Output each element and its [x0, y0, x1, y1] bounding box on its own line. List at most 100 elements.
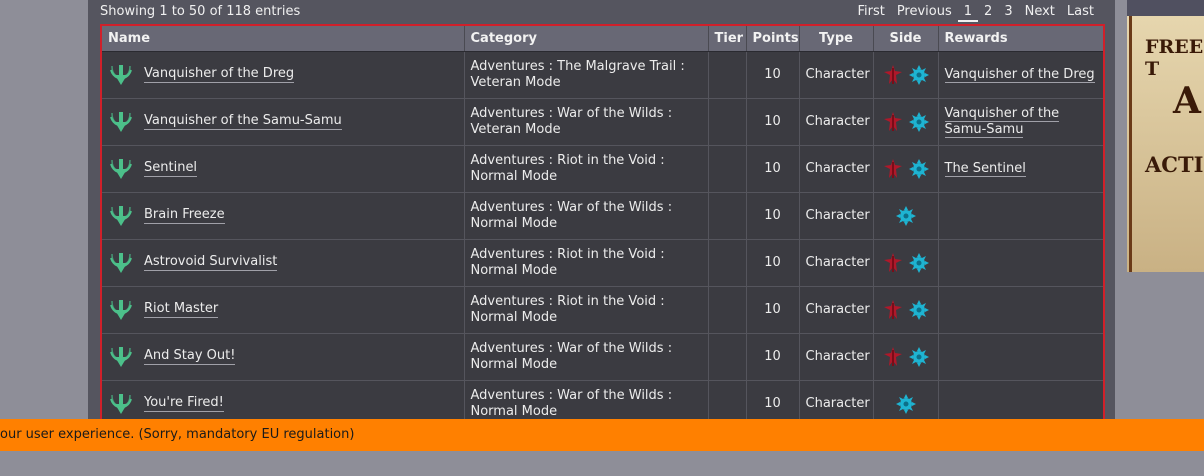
points-cell: 10 — [746, 145, 800, 193]
side-cell — [873, 51, 939, 99]
achievement-icon — [108, 156, 134, 182]
entries-info: Showing 1 to 50 of 118 entries — [100, 4, 301, 19]
republic-icon — [895, 393, 917, 415]
achievement-name-link[interactable]: Vanquisher of the Samu-Samu — [144, 113, 342, 130]
column-header-category[interactable]: Category — [464, 26, 709, 52]
column-header-side[interactable]: Side — [873, 26, 939, 52]
side-cell — [873, 286, 939, 334]
category-cell: Adventures : The Malgrave Trail : Vetera… — [464, 51, 709, 99]
points-cell: 10 — [746, 51, 800, 99]
category-cell: Adventures : Riot in the Void : Normal M… — [464, 286, 709, 334]
republic-icon — [908, 111, 930, 133]
empire-icon — [882, 158, 904, 180]
republic-icon — [908, 299, 930, 321]
table-row: Brain Freeze Adventures : War of the Wild… — [102, 192, 1103, 240]
achievements-table-frame: Name Category Tier Points Type Side Rewa… — [100, 24, 1105, 452]
pager-page-3[interactable]: 3 — [998, 4, 1018, 22]
table-row: Astrovoid Survivalist Adventures : Riot i… — [102, 239, 1103, 287]
points-cell: 10 — [746, 286, 800, 334]
name-cell: Vanquisher of the Samu-Samu — [102, 98, 465, 146]
name-cell: Sentinel — [102, 145, 465, 193]
name-cell: Brain Freeze — [102, 192, 465, 240]
rewards-cell — [938, 192, 1103, 240]
table-row: Vanquisher of the Samu-Samu Adventures : … — [102, 98, 1103, 146]
name-cell: Astrovoid Survivalist — [102, 239, 465, 287]
achievement-icon — [108, 391, 134, 417]
reward-link[interactable]: The Sentinel — [944, 160, 1026, 177]
type-cell: Character — [799, 145, 874, 193]
table-row: Riot Master Adventures : Riot in the Void… — [102, 286, 1103, 334]
pagination: First Previous 1 2 3 Next Last — [851, 4, 1100, 22]
republic-icon — [908, 158, 930, 180]
achievement-icon — [108, 344, 134, 370]
achievement-name-link[interactable]: Vanquisher of the Dreg — [144, 66, 295, 83]
side-cell — [873, 239, 939, 287]
side-cell — [873, 333, 939, 381]
achievement-name-link[interactable]: Riot Master — [144, 301, 219, 318]
rewards-cell — [938, 239, 1103, 287]
table-header-row: Name Category Tier Points Type Side Rewa… — [102, 26, 1103, 52]
name-cell: Vanquisher of the Dreg — [102, 51, 465, 99]
type-cell: Character — [799, 333, 874, 381]
pager-page-1[interactable]: 1 — [957, 4, 979, 22]
category-cell: Adventures : Riot in the Void : Normal M… — [464, 145, 709, 193]
pager-first[interactable]: First — [851, 4, 890, 22]
tier-cell — [708, 333, 747, 381]
category-cell: Adventures : War of the Wilds : Normal M… — [464, 192, 709, 240]
category-cell: Adventures : War of the Wilds : Normal M… — [464, 333, 709, 381]
name-cell: And Stay Out! — [102, 333, 465, 381]
reward-link[interactable]: Vanquisher of the Samu-Samu — [944, 105, 1060, 138]
republic-icon — [908, 346, 930, 368]
pager-next[interactable]: Next — [1019, 4, 1061, 22]
tier-cell — [708, 192, 747, 240]
achievement-name-link[interactable]: Brain Freeze — [144, 207, 225, 224]
ad-text-line-3: ACTIO — [1145, 152, 1204, 177]
empire-icon — [882, 299, 904, 321]
type-cell: Character — [799, 51, 874, 99]
points-cell: 10 — [746, 98, 800, 146]
table-top-bar: Showing 1 to 50 of 118 entries First Pre… — [100, 0, 1104, 24]
points-cell: 10 — [746, 239, 800, 287]
achievement-name-link[interactable]: Astrovoid Survivalist — [144, 254, 278, 271]
points-cell: 10 — [746, 192, 800, 240]
cookie-consent-text: our user experience. (Sorry, mandatory E… — [0, 427, 355, 442]
rewards-cell — [938, 286, 1103, 334]
pager-previous[interactable]: Previous — [891, 4, 958, 22]
republic-icon — [908, 64, 930, 86]
type-cell: Character — [799, 98, 874, 146]
achievement-icon — [108, 109, 134, 135]
column-header-name[interactable]: Name — [102, 26, 465, 52]
achievement-icon — [108, 203, 134, 229]
ad-text-line-2: A — [1173, 80, 1201, 122]
empire-icon — [882, 346, 904, 368]
advertisement-banner[interactable]: FREE T A ACTIO — [1127, 0, 1204, 272]
type-cell: Character — [799, 239, 874, 287]
type-cell: Character — [799, 286, 874, 334]
tier-cell — [708, 98, 747, 146]
type-cell: Character — [799, 192, 874, 240]
rewards-cell: Vanquisher of the Samu-Samu — [938, 98, 1103, 146]
pager-last[interactable]: Last — [1061, 4, 1100, 22]
achievement-icon — [108, 250, 134, 276]
empire-icon — [882, 252, 904, 274]
ad-text-line-1: FREE T — [1145, 36, 1204, 80]
cookie-consent-bar[interactable]: our user experience. (Sorry, mandatory E… — [0, 419, 1204, 451]
empire-icon — [882, 64, 904, 86]
achievement-name-link[interactable]: Sentinel — [144, 160, 198, 177]
column-header-type[interactable]: Type — [799, 26, 874, 52]
achievement-name-link[interactable]: And Stay Out! — [144, 348, 236, 365]
republic-icon — [908, 252, 930, 274]
republic-icon — [895, 205, 917, 227]
rewards-cell: Vanquisher of the Dreg — [938, 51, 1103, 99]
side-cell — [873, 192, 939, 240]
name-cell: Riot Master — [102, 286, 465, 334]
reward-link[interactable]: Vanquisher of the Dreg — [944, 66, 1095, 83]
tier-cell — [708, 145, 747, 193]
column-header-points[interactable]: Points — [746, 26, 800, 52]
table-row: Sentinel Adventures : Riot in the Void : … — [102, 145, 1103, 193]
rewards-cell: The Sentinel — [938, 145, 1103, 193]
column-header-rewards[interactable]: Rewards — [938, 26, 1103, 52]
pager-page-2[interactable]: 2 — [978, 4, 998, 22]
achievement-name-link[interactable]: You're Fired! — [144, 395, 224, 412]
column-header-tier[interactable]: Tier — [708, 26, 747, 52]
